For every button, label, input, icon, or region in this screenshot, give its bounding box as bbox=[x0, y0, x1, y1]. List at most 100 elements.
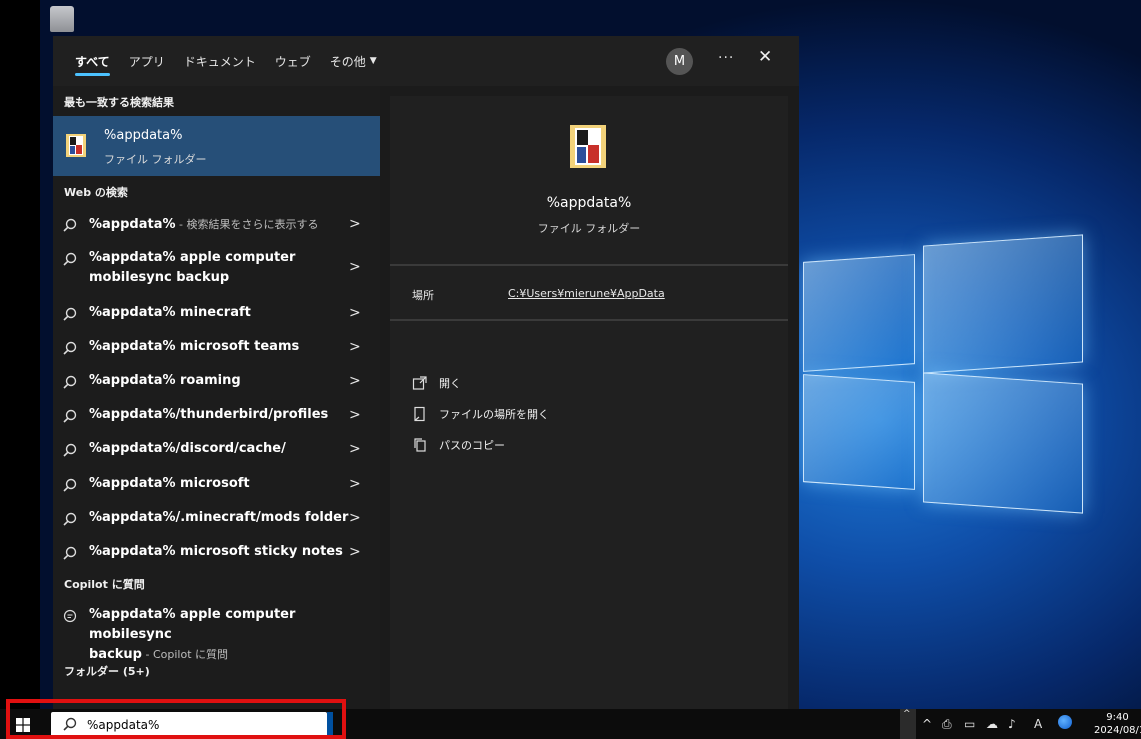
close-icon[interactable]: ✕ bbox=[758, 47, 772, 67]
web-result-5-text: %appdata% roaming bbox=[89, 373, 241, 388]
tab-all[interactable]: すべて bbox=[75, 36, 110, 86]
web-result-1-sub: - 検索結果をさらに表示する bbox=[175, 218, 319, 231]
search-icon bbox=[63, 512, 77, 526]
chevron-right-icon: > bbox=[349, 259, 361, 275]
folder-icon bbox=[66, 134, 86, 157]
copilot-result[interactable]: %appdata% apple computer mobilesync backu… bbox=[53, 606, 380, 662]
best-match-type: ファイル フォルダー bbox=[104, 153, 207, 166]
clock-time: 9:40 bbox=[1106, 712, 1129, 723]
folders-heading: フォルダー (5+) bbox=[64, 665, 150, 678]
web-result-2-text: %appdata% apple computer bbox=[89, 250, 296, 265]
action-copy-path[interactable]: パスのコピー bbox=[412, 437, 505, 453]
web-result-10-text: %appdata% microsoft sticky notes bbox=[89, 544, 343, 559]
volume-icon[interactable]: ♪ bbox=[1008, 717, 1016, 731]
tab-more[interactable]: その他 ▼ bbox=[330, 36, 377, 86]
chevron-right-icon: > bbox=[349, 544, 361, 560]
account-avatar[interactable]: M bbox=[666, 48, 693, 75]
chevron-right-icon: > bbox=[349, 339, 361, 355]
web-result-4[interactable]: %appdata% microsoft teams > bbox=[53, 339, 380, 359]
results-list: 最も一致する検索結果 %appdata% ファイル フォルダー Web の検索 … bbox=[53, 86, 380, 709]
web-result-2[interactable]: %appdata% apple computer mobilesync backu… bbox=[53, 250, 380, 290]
action-open-label: 開く bbox=[439, 377, 461, 390]
web-search-heading: Web の検索 bbox=[64, 186, 128, 199]
tab-apps[interactable]: アプリ bbox=[129, 36, 165, 86]
action-open[interactable]: 開く bbox=[412, 375, 461, 391]
web-result-6[interactable]: %appdata%/thunderbird/profiles > bbox=[53, 407, 380, 427]
web-result-1-text: %appdata% bbox=[89, 217, 176, 232]
search-icon bbox=[63, 546, 77, 560]
chevron-up-icon[interactable]: ^ bbox=[903, 709, 911, 719]
action-copy-path-label: パスのコピー bbox=[439, 439, 505, 452]
folder-location-icon bbox=[414, 406, 425, 422]
web-result-7[interactable]: %appdata%/discord/cache/ > bbox=[53, 441, 380, 461]
search-icon bbox=[63, 252, 77, 266]
open-icon bbox=[412, 376, 427, 390]
tab-documents-label: ドキュメント bbox=[183, 54, 256, 69]
action-open-file-location-label: ファイルの場所を開く bbox=[439, 408, 549, 421]
chevron-right-icon: > bbox=[349, 476, 361, 492]
show-hidden-icons-icon[interactable]: ^ bbox=[922, 717, 932, 731]
onedrive-icon[interactable]: ☁ bbox=[986, 717, 998, 731]
chevron-right-icon: > bbox=[349, 407, 361, 423]
more-options-icon[interactable]: ··· bbox=[718, 50, 734, 66]
copilot-result-text: %appdata% apple computer mobilesync bbox=[89, 607, 296, 642]
location-label: 場所 bbox=[412, 289, 434, 302]
taskbar-clock[interactable]: 9:40 2024/08/14 bbox=[1094, 711, 1141, 737]
tab-apps-label: アプリ bbox=[128, 54, 165, 69]
chevron-right-icon: > bbox=[349, 510, 361, 526]
web-result-3-text: %appdata% minecraft bbox=[89, 305, 251, 320]
tab-web[interactable]: ウェブ bbox=[275, 36, 311, 86]
meet-now-icon[interactable]: ⎙ bbox=[942, 717, 952, 732]
web-result-8-text: %appdata% microsoft bbox=[89, 476, 250, 491]
caret-down-icon: ▼ bbox=[369, 56, 377, 66]
recycle-bin-icon[interactable] bbox=[50, 6, 74, 32]
web-result-1[interactable]: %appdata% - 検索結果をさらに表示する > bbox=[53, 216, 380, 236]
search-icon bbox=[63, 218, 77, 232]
notification-app-icon[interactable] bbox=[1058, 715, 1072, 729]
chevron-right-icon: > bbox=[349, 305, 361, 321]
search-icon bbox=[63, 307, 77, 321]
search-panel: すべて アプリ ドキュメント ウェブ その他 ▼ M ··· ✕ 最も一致する検索… bbox=[53, 36, 799, 709]
chevron-right-icon: > bbox=[349, 441, 361, 457]
ime-indicator[interactable]: A bbox=[1034, 717, 1042, 731]
location-path-link[interactable]: C:¥Users¥mierune¥AppData bbox=[508, 287, 665, 300]
web-result-9-text: %appdata%/.minecraft/mods folder bbox=[89, 510, 349, 525]
web-result-6-text: %appdata%/thunderbird/profiles bbox=[89, 407, 329, 422]
folder-icon bbox=[570, 125, 606, 168]
preview-type: ファイル フォルダー bbox=[537, 222, 641, 235]
tab-documents[interactable]: ドキュメント bbox=[184, 36, 256, 86]
search-icon bbox=[63, 375, 77, 389]
clock-date: 2024/08/14 bbox=[1094, 725, 1141, 736]
copilot-result-line2: backup bbox=[89, 647, 142, 662]
copilot-result-sub: - Copilot に質問 bbox=[142, 648, 229, 661]
search-icon bbox=[63, 341, 77, 355]
divider bbox=[390, 264, 788, 266]
network-icon[interactable]: ▭ bbox=[964, 717, 975, 731]
web-result-9[interactable]: %appdata%/.minecraft/mods folder > bbox=[53, 510, 380, 530]
preview-pane: %appdata% ファイル フォルダー 場所 C:¥Users¥mierune… bbox=[390, 96, 788, 709]
web-result-10[interactable]: %appdata% microsoft sticky notes > bbox=[53, 544, 380, 564]
chevron-right-icon: > bbox=[349, 216, 361, 232]
search-icon bbox=[63, 478, 77, 492]
copy-icon bbox=[414, 438, 426, 452]
annotation-highlight-box bbox=[6, 699, 346, 739]
best-match-heading: 最も一致する検索結果 bbox=[64, 96, 174, 109]
web-result-8[interactable]: %appdata% microsoft > bbox=[53, 476, 380, 496]
best-match-item[interactable]: %appdata% ファイル フォルダー bbox=[53, 116, 380, 176]
chat-bubble-icon bbox=[63, 609, 77, 623]
web-result-3[interactable]: %appdata% minecraft > bbox=[53, 305, 380, 325]
search-icon bbox=[63, 443, 77, 457]
divider bbox=[390, 319, 788, 321]
web-result-2-line2: mobilesync backup bbox=[89, 270, 230, 285]
windows-wallpaper-logo bbox=[795, 234, 1095, 540]
copilot-heading: Copilot に質問 bbox=[64, 578, 145, 591]
tab-more-label: その他 bbox=[329, 54, 366, 69]
web-result-5[interactable]: %appdata% roaming > bbox=[53, 373, 380, 393]
chevron-right-icon: > bbox=[349, 373, 361, 389]
tab-web-label: ウェブ bbox=[274, 54, 311, 69]
preview-title: %appdata% bbox=[546, 195, 632, 211]
search-icon bbox=[63, 409, 77, 423]
action-open-file-location[interactable]: ファイルの場所を開く bbox=[412, 406, 549, 422]
best-match-name: %appdata% bbox=[104, 128, 183, 143]
web-result-4-text: %appdata% microsoft teams bbox=[89, 339, 300, 354]
